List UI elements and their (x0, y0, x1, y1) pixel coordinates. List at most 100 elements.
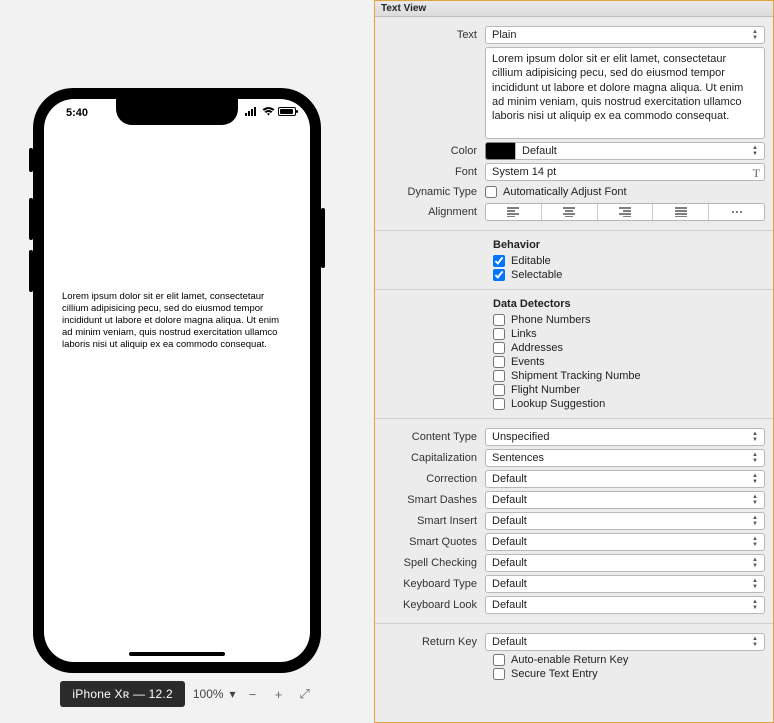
detector-checkbox[interactable]: Addresses (493, 342, 765, 354)
smart-quotes-select[interactable]: Default▲▼ (485, 533, 765, 551)
behavior-heading: Behavior (493, 239, 765, 251)
align-right-button[interactable] (598, 204, 654, 220)
auto-adjust-font-checkbox[interactable]: Automatically Adjust Font (485, 186, 765, 198)
correction-value: Default (492, 471, 527, 487)
align-center-button[interactable] (542, 204, 598, 220)
color-value: Default (522, 143, 557, 159)
align-left-button[interactable] (486, 204, 542, 220)
content-type-select[interactable]: Unspecified▲▼ (485, 428, 765, 446)
phone-screen[interactable]: 5:40 Lorem ipsum dolor sit er elit lamet… (44, 99, 310, 662)
checkbox-input[interactable] (493, 398, 505, 410)
smart-quotes-value: Default (492, 534, 527, 550)
keyboard-type-select[interactable]: Default▲▼ (485, 575, 765, 593)
dynamic-type-label: Dynamic Type (375, 186, 485, 198)
stepper-icon: ▲▼ (748, 429, 762, 445)
checkbox-input[interactable] (493, 255, 505, 267)
spell-checking-select[interactable]: Default ▲▼ (485, 554, 765, 572)
checkbox-input[interactable] (493, 370, 505, 382)
detector-checkbox[interactable]: Flight Number (493, 384, 765, 396)
stepper-icon: ▲▼ (748, 143, 762, 159)
secure-text-label: Secure Text Entry (511, 668, 598, 680)
text-content-field[interactable]: Lorem ipsum dolor sit er elit lamet, con… (485, 47, 765, 139)
inspector-panel: Text View Text Plain ▲▼ Lorem ipsum dolo… (374, 0, 774, 723)
secure-text-checkbox[interactable]: Secure Text Entry (493, 668, 765, 680)
power-button (321, 208, 325, 268)
spell-checking-value: Default (492, 555, 527, 571)
zoom-out-button[interactable]: − (244, 685, 262, 703)
auto-enable-return-label: Auto-enable Return Key (511, 654, 628, 666)
stepper-icon: ▲▼ (748, 597, 762, 613)
alignment-segmented[interactable] (485, 203, 765, 221)
smart-quotes-label: Smart Quotes (375, 536, 485, 548)
checkbox-input[interactable] (493, 654, 505, 666)
zoom-control[interactable]: 100% ▾ (193, 687, 236, 701)
zoom-value: 100% (193, 687, 224, 701)
detector-label: Shipment Tracking Numbe (511, 370, 641, 382)
volume-down (29, 250, 33, 292)
color-label: Color (375, 145, 485, 157)
checkbox-input[interactable] (493, 668, 505, 680)
textview-content[interactable]: Lorem ipsum dolor sit er elit lamet, con… (62, 291, 292, 350)
color-swatch[interactable] (485, 142, 515, 160)
stepper-icon: ▲▼ (748, 492, 762, 508)
zoom-dropdown-icon[interactable]: ▾ (230, 687, 236, 701)
data-detectors-heading: Data Detectors (493, 298, 765, 310)
auto-enable-return-checkbox[interactable]: Auto-enable Return Key (493, 654, 765, 666)
detector-label: Links (511, 328, 537, 340)
spell-checking-label: Spell Checking (375, 557, 485, 569)
keyboard-type-label: Keyboard Type (375, 578, 485, 590)
alignment-label: Alignment (375, 206, 485, 218)
return-key-select[interactable]: Default▲▼ (485, 633, 765, 651)
detector-label: Events (511, 356, 545, 368)
checkbox-input[interactable] (493, 356, 505, 368)
keyboard-look-value: Default (492, 597, 527, 613)
color-select[interactable]: Default ▲▼ (515, 142, 765, 160)
checkbox-input[interactable] (493, 314, 505, 326)
mute-switch (29, 148, 33, 172)
battery-icon (278, 107, 296, 116)
signal-icon (245, 107, 259, 116)
correction-select[interactable]: Default▲▼ (485, 470, 765, 488)
device-label[interactable]: iPhone Xʀ — 12.2 (60, 681, 184, 707)
text-mode-select[interactable]: Plain ▲▼ (485, 26, 765, 44)
capitalization-select[interactable]: Sentences▲▼ (485, 449, 765, 467)
selectable-checkbox[interactable]: Selectable (493, 269, 765, 281)
align-justify-button[interactable] (653, 204, 709, 220)
expand-icon[interactable]: ⤢ (296, 685, 314, 703)
detector-checkbox[interactable]: Events (493, 356, 765, 368)
align-natural-button[interactable] (709, 204, 764, 220)
wifi-icon (262, 107, 275, 116)
smart-insert-select[interactable]: Default▲▼ (485, 512, 765, 530)
auto-adjust-font-label: Automatically Adjust Font (503, 186, 627, 198)
font-picker-icon[interactable]: T (753, 165, 760, 181)
detector-checkbox[interactable]: Lookup Suggestion (493, 398, 765, 410)
text-label: Text (375, 29, 485, 41)
checkbox-input[interactable] (493, 384, 505, 396)
panel-title: Text View (375, 1, 773, 17)
phone-frame: 5:40 Lorem ipsum dolor sit er elit lamet… (33, 88, 321, 673)
editable-checkbox[interactable]: Editable (493, 255, 765, 267)
detector-checkbox[interactable]: Links (493, 328, 765, 340)
return-key-value: Default (492, 634, 527, 650)
text-mode-value: Plain (492, 27, 516, 43)
stepper-icon: ▲▼ (748, 555, 762, 571)
selectable-label: Selectable (511, 269, 562, 281)
font-field[interactable]: System 14 pt T (485, 163, 765, 181)
detector-label: Addresses (511, 342, 563, 354)
keyboard-type-value: Default (492, 576, 527, 592)
zoom-in-button[interactable]: + (270, 685, 288, 703)
checkbox-input[interactable] (493, 269, 505, 281)
detector-label: Flight Number (511, 384, 580, 396)
status-bar: 5:40 (44, 107, 310, 127)
checkbox-input[interactable] (485, 186, 497, 198)
stepper-icon: ▲▼ (748, 27, 762, 43)
smart-dashes-select[interactable]: Default ▲▼ (485, 491, 765, 509)
keyboard-look-select[interactable]: Default ▲▼ (485, 596, 765, 614)
checkbox-input[interactable] (493, 342, 505, 354)
detector-checkbox[interactable]: Phone Numbers (493, 314, 765, 326)
checkbox-input[interactable] (493, 328, 505, 340)
stepper-icon: ▲▼ (748, 450, 762, 466)
detector-checkbox[interactable]: Shipment Tracking Numbe (493, 370, 765, 382)
smart-dashes-value: Default (492, 492, 527, 508)
keyboard-look-label: Keyboard Look (375, 599, 485, 611)
